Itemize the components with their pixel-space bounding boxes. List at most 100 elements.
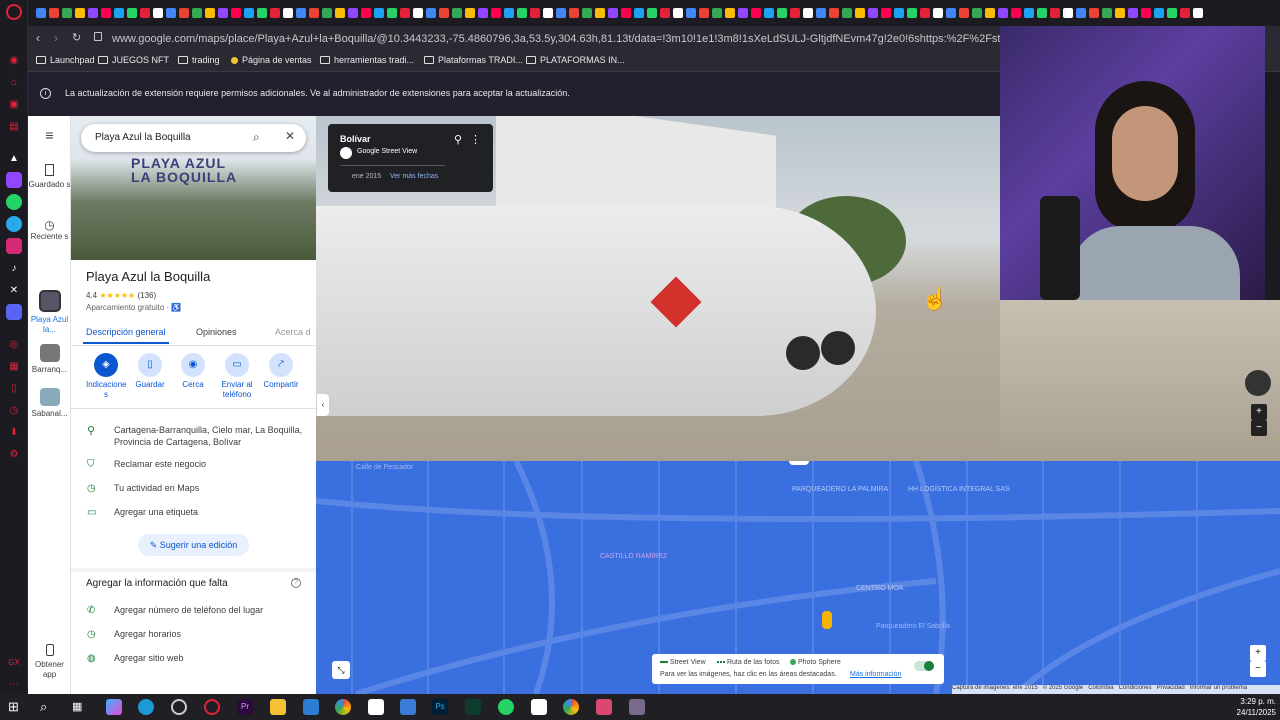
resize-handle[interactable] [789, 461, 809, 465]
address-text[interactable]: Cartagena-Barranquilla, Cielo mar, La Bo… [114, 424, 309, 448]
tab-favicon[interactable] [1024, 8, 1034, 18]
chrome-icon[interactable] [563, 699, 579, 715]
tab-favicon[interactable] [517, 8, 527, 18]
recent-button[interactable]: ◷ Reciente s [28, 219, 71, 242]
tab-favicon[interactable] [75, 8, 85, 18]
save-button[interactable]: ▯ Guardar [130, 353, 170, 390]
activity-link[interactable]: Tu actividad en Maps [114, 483, 199, 493]
photoshop-icon[interactable]: Ps [432, 699, 448, 715]
tab-favicon[interactable] [231, 8, 241, 18]
bookmark-plataformas-tradi[interactable]: Plataformas TRADI... [424, 55, 523, 65]
tab-overview[interactable]: Descripción general [86, 327, 166, 337]
tab-favicon[interactable] [1089, 8, 1099, 18]
tab-favicon[interactable] [920, 8, 930, 18]
tab-favicon[interactable] [712, 8, 722, 18]
review-count[interactable]: (136) [137, 291, 156, 300]
instagram-icon[interactable] [6, 238, 22, 254]
tab-favicon[interactable] [153, 8, 163, 18]
tab-favicon[interactable] [881, 8, 891, 18]
help-icon[interactable]: ? [291, 578, 301, 588]
more-dates-link[interactable]: Ver más fechas [390, 173, 438, 180]
bookmarks-side-icon[interactable]: ▯ [6, 380, 22, 396]
terms-link[interactable]: Condiciones [1119, 685, 1152, 691]
file-explorer-icon[interactable] [270, 699, 286, 715]
address-bar[interactable]: www.google.com/maps/place/Playa+Azul+la+… [112, 29, 1002, 49]
discord-icon[interactable] [6, 304, 22, 320]
capcut-icon[interactable] [531, 699, 547, 715]
tab-favicon[interactable] [621, 8, 631, 18]
bookmark-juegos-nft[interactable]: JUEGOS NFT [98, 55, 169, 65]
tab-favicon[interactable] [309, 8, 319, 18]
tab-favicon[interactable] [530, 8, 540, 18]
tab-favicon[interactable] [1154, 8, 1164, 18]
tab-favicon[interactable] [686, 8, 696, 18]
bag-icon[interactable]: ▤ [6, 118, 22, 134]
tab-favicon[interactable] [751, 8, 761, 18]
more-info-link[interactable]: Más información [850, 671, 901, 678]
history-icon[interactable]: ◷ [6, 402, 22, 418]
tab-favicon[interactable] [608, 8, 618, 18]
tab-favicon[interactable] [361, 8, 371, 18]
expand-icon[interactable]: ⤡ [332, 661, 350, 679]
tab-about[interactable]: Acerca d [275, 327, 311, 337]
bookmark-plataformas-in[interactable]: PLATAFORMAS IN... [526, 55, 625, 65]
tab-favicon[interactable] [777, 8, 787, 18]
tab-favicon[interactable] [959, 8, 969, 18]
tab-favicon[interactable] [998, 8, 1008, 18]
tab-favicon[interactable] [257, 8, 267, 18]
tab-favicon[interactable] [1050, 8, 1060, 18]
extensions-icon[interactable]: ▦ [6, 358, 22, 374]
nearby-button[interactable]: ◉ Cerca [173, 353, 213, 390]
tab-favicon[interactable] [933, 8, 943, 18]
tab-favicon[interactable] [634, 8, 644, 18]
zoom-out-button[interactable]: − [1251, 420, 1267, 436]
tab-favicon[interactable] [1076, 8, 1086, 18]
send-to-phone-button[interactable]: ▭ Enviar al teléfono [217, 353, 257, 400]
map-zoom-out-button[interactable]: − [1250, 661, 1266, 677]
tab-favicon[interactable] [36, 8, 46, 18]
bookmark-herramientas[interactable]: herramientas tradi... [320, 55, 414, 65]
report-problem-link[interactable]: Informar un problema [1190, 685, 1247, 691]
more-vert-icon[interactable]: ⋮ [470, 133, 481, 146]
street-view-image[interactable]: ☝ Bolívar ⚲ ⋮ Google Street View ene 201… [316, 116, 1000, 461]
claim-business-link[interactable]: Reclamar este negocio [114, 459, 206, 469]
tab-favicon[interactable] [413, 8, 423, 18]
windows-start-icon[interactable]: ⊞ [8, 699, 24, 715]
get-app-button[interactable]: Obtener app [28, 644, 71, 680]
tab-favicon[interactable] [1102, 8, 1112, 18]
speed-dial-icon[interactable]: ◉ [6, 52, 22, 68]
tab-favicon[interactable] [556, 8, 566, 18]
tab-favicon[interactable] [127, 8, 137, 18]
add-website-link[interactable]: Agregar sitio web [114, 653, 184, 663]
tab-favicon[interactable] [569, 8, 579, 18]
tab-favicon[interactable] [907, 8, 917, 18]
tab-favicon[interactable] [465, 8, 475, 18]
tab-favicon[interactable] [829, 8, 839, 18]
tab-favicon[interactable] [192, 8, 202, 18]
search-icon[interactable]: ⌕ [253, 130, 260, 145]
tab-favicon[interactable] [868, 8, 878, 18]
aria-icon[interactable]: ▲ [6, 150, 22, 166]
tab-favicon[interactable] [426, 8, 436, 18]
tab-favicon[interactable] [842, 8, 852, 18]
tab-favicon[interactable] [660, 8, 670, 18]
recent-place-1[interactable]: Playa Azul la... [28, 290, 71, 335]
tab-favicon[interactable] [491, 8, 501, 18]
x-icon[interactable]: ✕ [6, 282, 22, 298]
app-icon[interactable] [400, 699, 416, 715]
map-zoom-in-button[interactable]: + [1250, 645, 1266, 661]
close-icon[interactable]: ✕ [285, 129, 295, 143]
tab-favicon[interactable] [673, 8, 683, 18]
tab-favicon[interactable] [101, 8, 111, 18]
tab-favicon[interactable] [894, 8, 904, 18]
opera-gx-icon[interactable] [204, 699, 220, 715]
tab-favicon[interactable] [1063, 8, 1073, 18]
back-icon[interactable]: ‹ [36, 31, 40, 45]
map-view[interactable]: PARQUEADERO LA PALMIRA HH LOGÍSTICA INTE… [316, 461, 1280, 694]
twitch-icon[interactable] [6, 172, 22, 188]
tab-favicon[interactable] [1141, 8, 1151, 18]
tab-favicon[interactable] [816, 8, 826, 18]
bookmark-pagina-ventas[interactable]: Página de ventas [231, 55, 312, 65]
bookmark-launchpad[interactable]: Launchpad [36, 55, 95, 65]
chrome-icon[interactable] [335, 699, 351, 715]
